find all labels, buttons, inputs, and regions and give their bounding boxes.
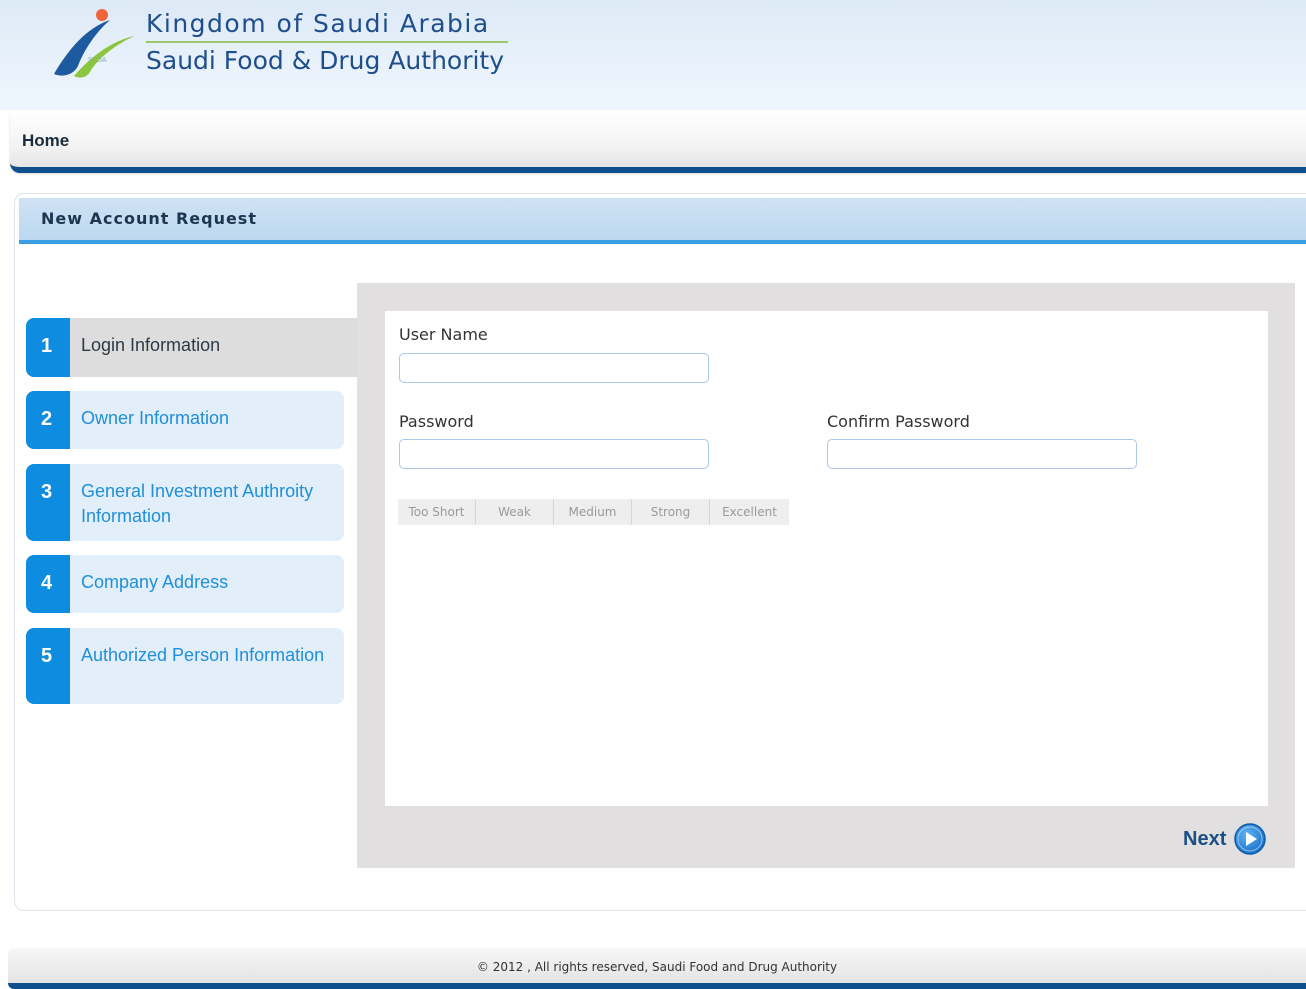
step-label: General Investment Authroity Information	[81, 481, 314, 526]
panel-header: New Account Request	[19, 198, 1306, 244]
svg-text:SFDA: SFDA	[88, 56, 107, 64]
password-input[interactable]	[399, 439, 709, 469]
site-header: SFDA Kingdom of Saudi Arabia Saudi Food …	[0, 0, 1306, 110]
step-authorized-person-information[interactable]: 5 Authorized Person Information	[26, 628, 344, 704]
logo-divider	[146, 41, 508, 43]
step-number: 4	[26, 555, 70, 613]
logo-title-line1: Kingdom of Saudi Arabia	[146, 9, 490, 38]
logo-title-line2: Saudi Food & Drug Authority	[146, 46, 505, 75]
step-label: Company Address	[81, 572, 229, 592]
confirm-password-input[interactable]	[827, 439, 1137, 469]
login-form	[385, 311, 1268, 806]
panel-title: New Account Request	[41, 209, 257, 228]
step-number: 3	[26, 464, 70, 541]
step-login-information[interactable]: 1 Login Information	[26, 318, 358, 377]
step-company-address[interactable]: 4 Company Address	[26, 555, 344, 613]
site-footer: © 2012 , All rights reserved, Saudi Food…	[8, 948, 1306, 989]
step-label: Authorized Person Information	[81, 645, 325, 665]
password-label: Password	[399, 412, 474, 431]
password-strength-meter: Too Short Weak Medium Strong Excellent	[398, 499, 789, 525]
username-label: User Name	[399, 325, 488, 344]
step-label: Login Information	[81, 335, 221, 355]
step-general-investment-authority-information[interactable]: 3 General Investment Authroity Informati…	[26, 464, 344, 541]
strength-too-short: Too Short	[398, 499, 476, 525]
strength-excellent: Excellent	[710, 499, 789, 525]
copyright-text: © 2012 , All rights reserved, Saudi Food…	[476, 960, 838, 974]
strength-weak: Weak	[476, 499, 554, 525]
next-button[interactable]: Next	[1183, 823, 1267, 855]
play-circle-icon	[1234, 823, 1267, 855]
step-owner-information[interactable]: 2 Owner Information	[26, 391, 344, 449]
confirm-password-label: Confirm Password	[827, 412, 970, 431]
nav-home-link[interactable]: Home	[22, 131, 69, 151]
step-number: 1	[26, 318, 70, 377]
step-label: Owner Information	[81, 408, 230, 428]
next-label: Next	[1183, 827, 1227, 850]
strength-strong: Strong	[632, 499, 710, 525]
logo-text: Kingdom of Saudi Arabia Saudi Food & Dru…	[146, 9, 508, 75]
sfda-logo-icon: SFDA	[48, 6, 136, 80]
strength-medium: Medium	[554, 499, 632, 525]
step-number: 5	[26, 628, 70, 704]
step-number: 2	[26, 391, 70, 449]
username-input[interactable]	[399, 353, 709, 383]
main-navbar: Home	[10, 110, 1306, 173]
